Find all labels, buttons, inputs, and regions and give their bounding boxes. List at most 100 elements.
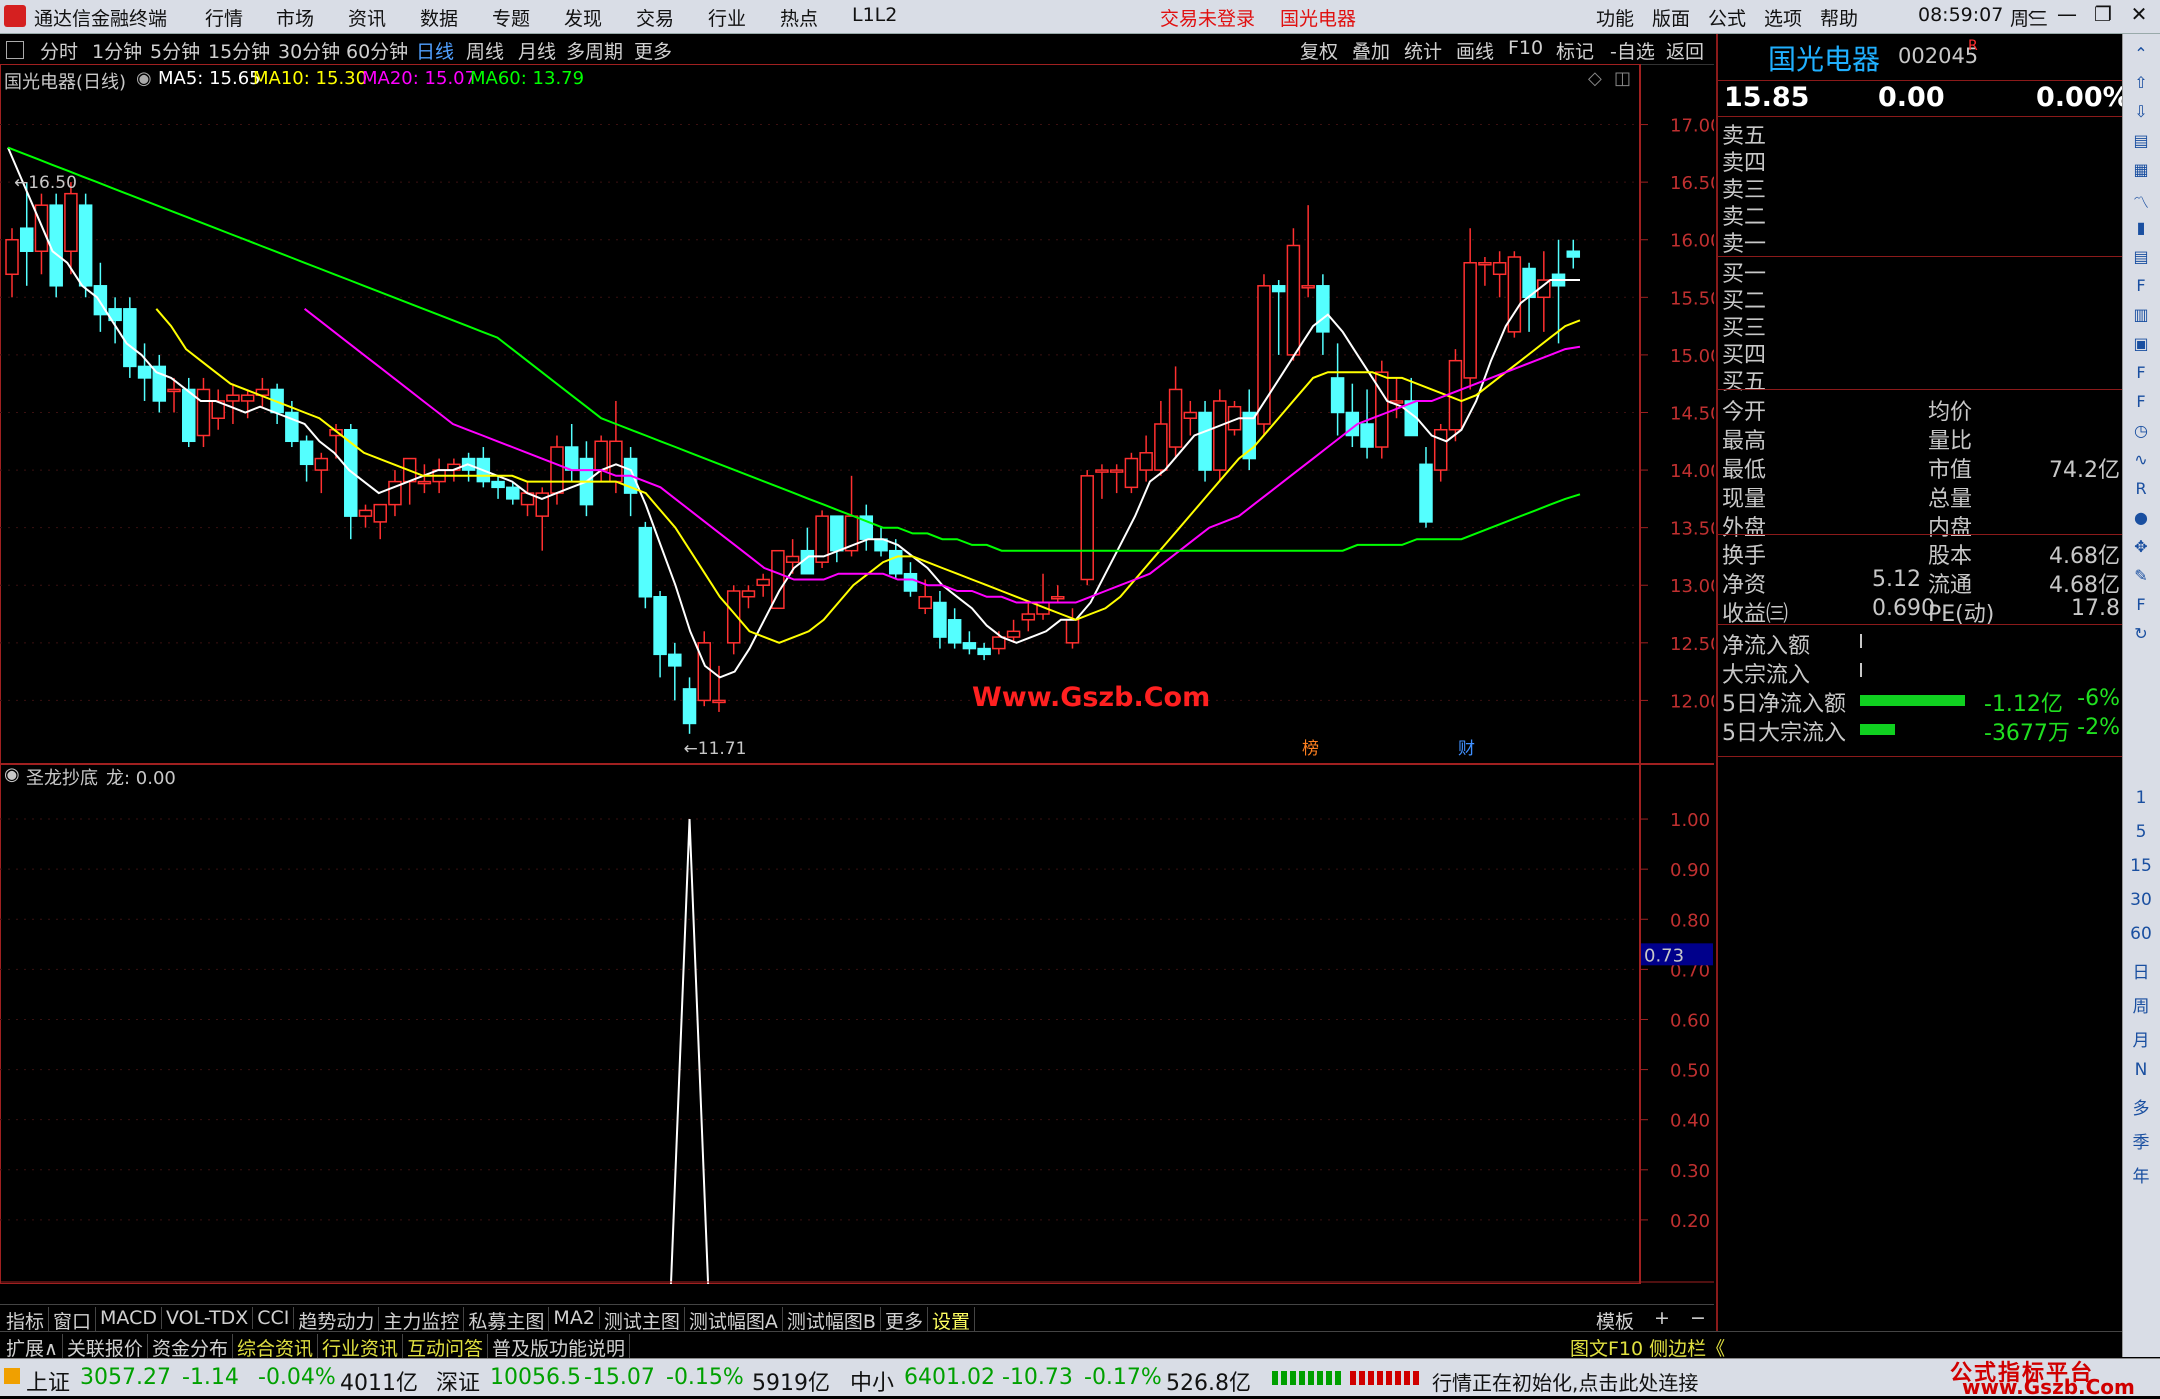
tabs1-right-1[interactable]: + [1650,1307,1674,1329]
ext-tab-5[interactable]: 互动问答 [403,1334,488,1361]
period-shortcut-0[interactable]: 1 [2127,788,2155,810]
list-icon[interactable]: ▤ [2127,131,2155,153]
period-shortcut-2[interactable]: 15 [2127,856,2155,878]
menu-item-4[interactable]: 专题 [492,4,530,31]
menu-item-1[interactable]: 市场 [276,4,314,31]
restore-icon[interactable]: ❐ [2088,2,2118,30]
ext-tab-6[interactable]: 普及版功能说明 [488,1334,631,1361]
period-shortcut-10[interactable]: 季 [2127,1128,2155,1153]
period-2[interactable]: 5分钟 [150,37,200,64]
book-icon[interactable]: ▣ [2127,334,2155,356]
menu-item-8[interactable]: 热点 [780,4,818,31]
rsi-icon[interactable]: R [2127,479,2155,501]
status-icon[interactable] [4,1368,20,1384]
connection-message[interactable]: 行情正在初始化,点击此处连接 [1432,1367,1698,1396]
table-icon[interactable]: ▥ [2127,305,2155,327]
kline-chart[interactable]: 17.00 16.50 16.00 15.50 15.00 14.50 14.00 13.50… [0,64,1714,1284]
menu-right-item-4[interactable]: 帮助 [1820,4,1858,31]
indicator-tab-7[interactable]: 私募主图 [464,1307,550,1334]
period-0[interactable]: 分时 [40,37,78,64]
period-shortcut-7[interactable]: 月 [2127,1026,2155,1051]
menu-item-5[interactable]: 发现 [564,4,602,31]
period-shortcut-1[interactable]: 5 [2127,822,2155,844]
f10-icon[interactable]: F [2127,276,2155,298]
indicator-tab-6[interactable]: 主力监控 [379,1307,465,1334]
period-shortcut-5[interactable]: 日 [2127,958,2155,983]
candle-icon[interactable]: ▮ [2127,218,2155,240]
sh-label[interactable]: 上证 [26,1365,70,1397]
period-shortcut-8[interactable]: N [2127,1060,2155,1082]
menu-right-item-3[interactable]: 选项 [1764,4,1802,31]
period-9[interactable]: 多周期 [566,37,623,64]
indicator-tab-4[interactable]: CCI [253,1307,295,1329]
ext-tab-2[interactable]: 资金分布 [148,1334,233,1361]
toolbar-button-7[interactable]: 返回 [1666,37,1704,64]
indicator-tab-9[interactable]: 测试主图 [600,1307,685,1334]
fs-icon[interactable]: F [2127,595,2155,617]
toolbar-button-5[interactable]: 标记 [1556,37,1594,64]
back-icon[interactable]: ‹ [2016,2,2046,30]
toolbar-button-1[interactable]: 叠加 [1352,37,1390,64]
menu-item-7[interactable]: 行业 [708,4,746,31]
indicator-tab-13[interactable]: 设置 [928,1307,975,1334]
indicator-tab-12[interactable]: 更多 [881,1307,928,1334]
menu-item-6[interactable]: 交易 [636,4,674,31]
login-status[interactable]: 交易未登录 [1160,4,1255,31]
chart-icon[interactable]: 〽 [2127,189,2155,212]
indicator-tab-8[interactable]: MA2 [549,1307,600,1329]
menu-item-3[interactable]: 数据 [420,4,458,31]
period-shortcut-6[interactable]: 周 [2127,992,2155,1017]
diamond-icon[interactable]: ◇ [1588,68,1602,89]
period-8[interactable]: 月线 [518,37,556,64]
news-icon[interactable]: ▤ [2127,247,2155,269]
indicator-tab-3[interactable]: VOL-TDX [162,1307,254,1329]
chart-settings-icon[interactable]: ◉ [136,68,152,89]
down-arrow-icon[interactable]: ⇩ [2127,102,2155,124]
close-icon[interactable]: ✕ [2124,2,2154,30]
clock-icon[interactable]: ◷ [2127,421,2155,443]
toolbar-button-3[interactable]: 画线 [1456,37,1494,64]
wave-icon[interactable]: ∿ [2127,450,2155,472]
ext-tab-0[interactable]: 扩展∧ [2,1334,63,1361]
period-10[interactable]: 更多 [634,37,672,64]
period-shortcut-4[interactable]: 60 [2127,924,2155,946]
move-icon[interactable]: ✥ [2127,537,2155,559]
period-shortcut-3[interactable]: 30 [2127,890,2155,912]
toolbar-button-0[interactable]: 复权 [1300,37,1338,64]
indicator-tab-0[interactable]: 指标 [2,1307,50,1334]
ext-tab-3[interactable]: 综合资讯 [233,1334,318,1361]
period-shortcut-11[interactable]: 年 [2127,1162,2155,1187]
f2-icon[interactable]: F [2127,363,2155,385]
toolbar-button-4[interactable]: F10 [1508,37,1543,59]
menu-right-item-0[interactable]: 功能 [1596,4,1634,31]
layout-icon[interactable]: ◫ [1614,68,1631,89]
indicator-toggle-icon[interactable]: ◉ [4,764,20,785]
f3-icon[interactable]: F [2127,392,2155,414]
grid-icon[interactable]: ▦ [2127,160,2155,182]
ext-tab-1[interactable]: 关联报价 [63,1334,148,1361]
chart-area[interactable]: 17.00 16.50 16.00 15.50 15.00 14.50 14.00 13.50… [0,64,1714,1284]
period-4[interactable]: 30分钟 [278,37,340,64]
menu-item-0[interactable]: 行情 [205,4,243,31]
indicator-tab-10[interactable]: 测试幅图A [685,1307,783,1334]
period-shortcut-9[interactable]: 多 [2127,1094,2155,1119]
toolbar-button-2[interactable]: 统计 [1404,37,1442,64]
tabs1-right-0[interactable]: 模板 [1592,1307,1638,1334]
indicator-tab-2[interactable]: MACD [96,1307,162,1329]
period-3[interactable]: 15分钟 [208,37,270,64]
refresh-icon[interactable]: ↻ [2127,624,2155,646]
menu-right-item-2[interactable]: 公式 [1708,4,1746,31]
panel-toggle-icon[interactable] [6,41,24,59]
sz-label[interactable]: 深证 [436,1365,480,1397]
indicator-tab-11[interactable]: 测试幅图B [783,1307,881,1334]
up-icon[interactable]: ⌃ [2127,44,2155,66]
minimize-icon[interactable]: — [2052,2,2082,30]
up-arrow-icon[interactable]: ⇧ [2127,73,2155,95]
menu-right-item-1[interactable]: 版面 [1652,4,1690,31]
indicator-tab-1[interactable]: 窗口 [49,1307,97,1334]
ext-tab-4[interactable]: 行业资讯 [318,1334,403,1361]
pen-icon[interactable]: ✎ [2127,566,2155,588]
menu-item-2[interactable]: 资讯 [348,4,386,31]
menu-item-9[interactable]: L1L2 [852,4,897,26]
period-6[interactable]: 日线 [416,37,454,64]
